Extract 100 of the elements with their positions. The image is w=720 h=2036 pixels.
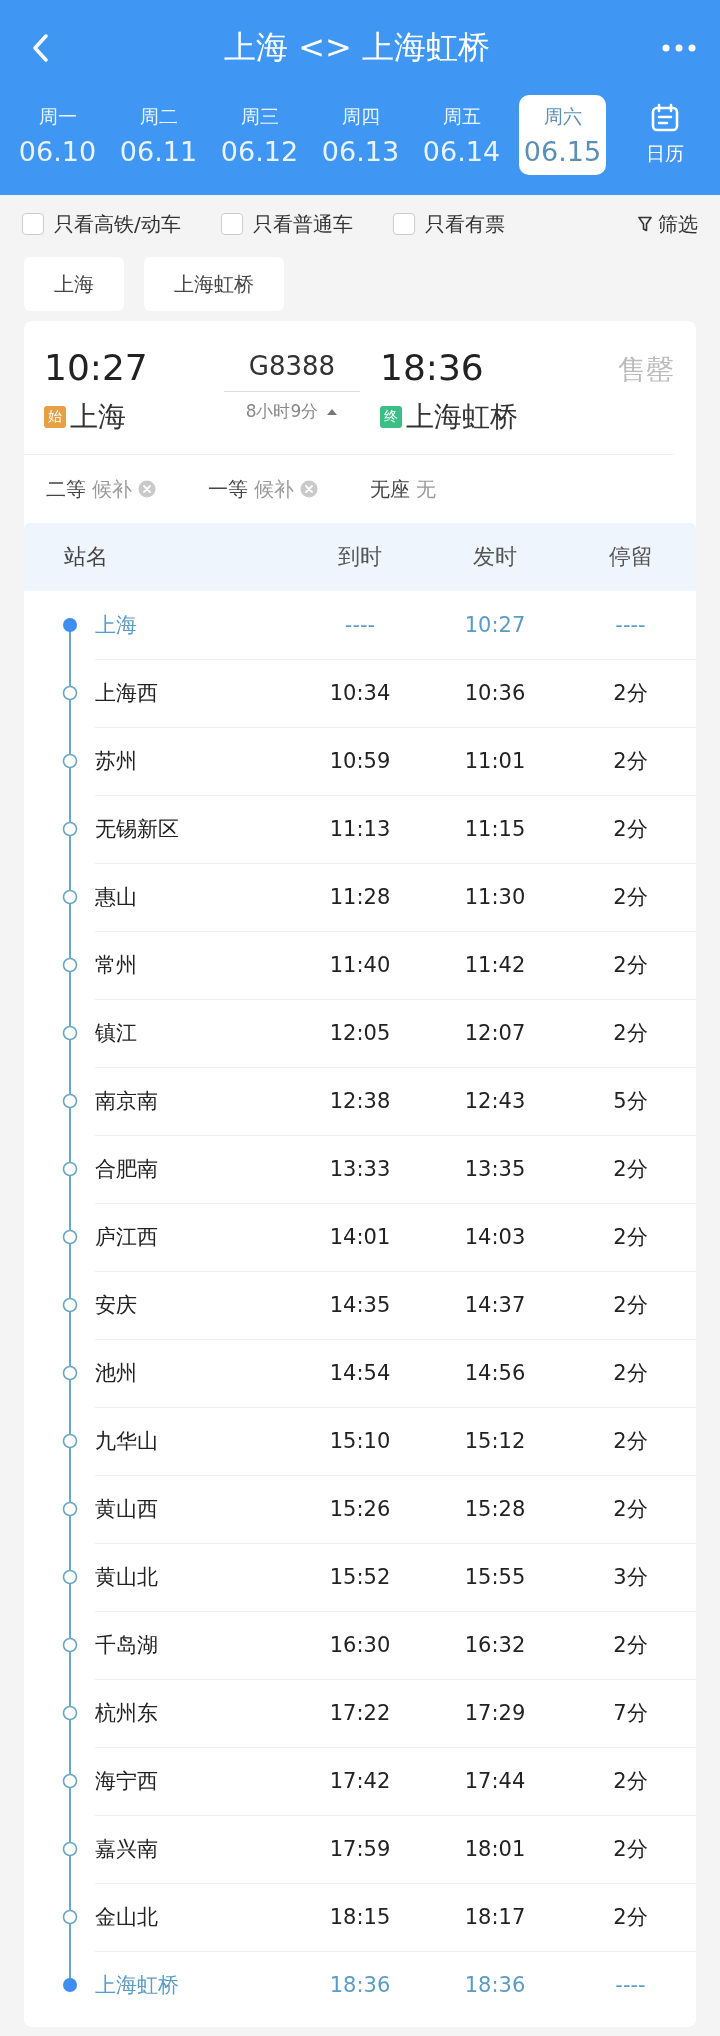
filter-button[interactable]: 筛选 — [638, 210, 698, 238]
stop-dot-icon — [62, 685, 78, 701]
stop-duration-cell-text: ---- — [614, 613, 647, 637]
departure-cell-text: 17:29 — [463, 1701, 527, 1725]
departure-cell-text: 10:36 — [463, 681, 527, 705]
departure-cell-text: 18:17 — [463, 1905, 527, 1929]
station-name: 海宁西 — [95, 1768, 159, 1795]
station-name: 金山北 — [95, 1904, 159, 1931]
calendar-button[interactable]: 日历 — [620, 95, 710, 175]
date-tab[interactable]: 周二 06.11 — [115, 95, 202, 175]
departure-cell-text: 14:03 — [463, 1225, 527, 1249]
departure-cell-text: 14:37 — [463, 1293, 527, 1317]
stop-dot-icon — [62, 1773, 78, 1789]
departure-cell-text: 15:55 — [463, 1565, 527, 1589]
departure-cell-text: 11:15 — [463, 817, 527, 841]
start-badge: 始 — [44, 406, 66, 428]
date-tab[interactable]: 周五 06.14 — [418, 95, 505, 175]
station-name: 上海西 — [95, 680, 159, 707]
station-name: 上海 — [95, 612, 138, 639]
filter-checkbox[interactable]: 只看普通车 — [220, 210, 353, 238]
station-chip[interactable]: 上海虹桥 — [144, 257, 284, 311]
column-header: 停留 — [607, 543, 654, 571]
date-tab[interactable]: 周一 06.10 — [14, 95, 101, 175]
stop-duration-cell-text: 7分 — [612, 1700, 649, 1727]
station-name: 南京南 — [95, 1088, 159, 1115]
arrival-cell-text: 11:13 — [328, 817, 392, 841]
stop-dot-icon — [62, 1229, 78, 1245]
stop-dot-icon — [62, 957, 78, 973]
column-header: 站名 — [63, 543, 109, 571]
train-number: G8388 — [224, 347, 360, 392]
stop-duration-cell-text: 2分 — [612, 748, 649, 775]
station-name: 黄山西 — [95, 1496, 159, 1523]
arrival-cell-text: 10:34 — [328, 681, 392, 705]
station-name: 无锡新区 — [95, 816, 180, 843]
stop-duration-cell-text: 2分 — [612, 1428, 649, 1455]
departure-cell-text: 10:27 — [463, 613, 527, 637]
date-tab[interactable]: 周四 06.13 — [317, 95, 404, 175]
stop-dot-icon — [62, 1909, 78, 1925]
departure-cell-text: 14:56 — [463, 1361, 527, 1385]
seat-availability: 无 — [416, 475, 436, 503]
date-tab[interactable]: 周三 06.12 — [216, 95, 303, 175]
stop-duration-cell-text: 2分 — [612, 1904, 649, 1931]
stop-dot-icon — [62, 1161, 78, 1177]
stop-dot-icon — [62, 1841, 78, 1857]
arrival-cell-text: 15:10 — [328, 1429, 392, 1453]
departure-cell-text: 15:28 — [463, 1497, 527, 1521]
arrival-cell-text: 15:52 — [328, 1565, 392, 1589]
date-tab[interactable]: 周六 06.15 — [519, 95, 606, 175]
departure-cell-text: 11:30 — [463, 885, 527, 909]
stop-duration-cell-text: 2分 — [612, 816, 649, 843]
sold-out-label: 售罄 — [618, 352, 674, 388]
station-name: 合肥南 — [95, 1156, 159, 1183]
stop-duration-cell-text: 2分 — [612, 1292, 649, 1319]
stop-dot-icon — [62, 821, 78, 837]
station-name: 上海虹桥 — [95, 1972, 180, 1999]
departure-cell-text: 11:01 — [463, 749, 527, 773]
stop-duration-cell-text: 2分 — [612, 680, 649, 707]
departure-cell-text: 12:43 — [463, 1089, 527, 1113]
arrival-cell-text: 12:38 — [328, 1089, 392, 1113]
stop-duration-cell-text: 2分 — [612, 1020, 649, 1047]
column-header: 到时 — [337, 543, 383, 571]
stop-dot-icon — [62, 1501, 78, 1517]
departure-cell-text: 18:01 — [463, 1837, 527, 1861]
departure-cell-text: 15:12 — [463, 1429, 527, 1453]
arrival-cell-text: 10:59 — [328, 749, 392, 773]
column-header: 发时 — [472, 543, 518, 571]
departure-cell-text: 13:35 — [463, 1157, 527, 1181]
arrival-cell-text: 15:26 — [328, 1497, 392, 1521]
arrival-cell-text: 11:40 — [328, 953, 392, 977]
arrival-cell-text: 14:54 — [328, 1361, 392, 1385]
station-name: 安庆 — [95, 1292, 138, 1319]
caret-up-icon — [326, 407, 339, 416]
filter-checkbox[interactable]: 只看高铁/动车 — [22, 210, 181, 238]
arrival-cell-text: 14:35 — [328, 1293, 392, 1317]
stop-dot-icon — [62, 1637, 78, 1653]
seat-class: 二等 — [46, 475, 86, 503]
departure-cell-text: 12:07 — [463, 1021, 527, 1045]
duration-toggle[interactable]: 8小时9分 — [245, 400, 339, 423]
station-name: 杭州东 — [95, 1700, 159, 1727]
arrival-cell-text: 17:59 — [328, 1837, 392, 1861]
stop-duration-cell-text: 2分 — [612, 1496, 649, 1523]
station-chip[interactable]: 上海 — [24, 257, 124, 311]
stop-dot-icon — [62, 753, 78, 769]
station-name: 镇江 — [95, 1020, 138, 1047]
station-name: 常州 — [95, 952, 138, 979]
stop-duration-cell-text: 2分 — [612, 1632, 649, 1659]
stop-dot-icon — [62, 1569, 78, 1585]
more-icon[interactable] — [662, 43, 696, 52]
stop-dot-icon — [62, 1705, 78, 1721]
filter-checkbox[interactable]: 只看有票 — [392, 210, 505, 238]
stop-dot-icon — [62, 1365, 78, 1381]
seat-availability: 候补 — [254, 475, 294, 503]
seat-class: 无座 — [370, 475, 410, 503]
station-name: 九华山 — [95, 1428, 159, 1455]
arrival-cell-text: 11:28 — [328, 885, 392, 909]
stop-duration-cell-text: 5分 — [612, 1088, 649, 1115]
arrival-cell-text: 13:33 — [328, 1157, 392, 1181]
stop-duration-cell-text: 3分 — [612, 1564, 649, 1591]
arrival-cell-text: 18:15 — [328, 1905, 392, 1929]
arrival-cell-text: 16:30 — [328, 1633, 392, 1657]
